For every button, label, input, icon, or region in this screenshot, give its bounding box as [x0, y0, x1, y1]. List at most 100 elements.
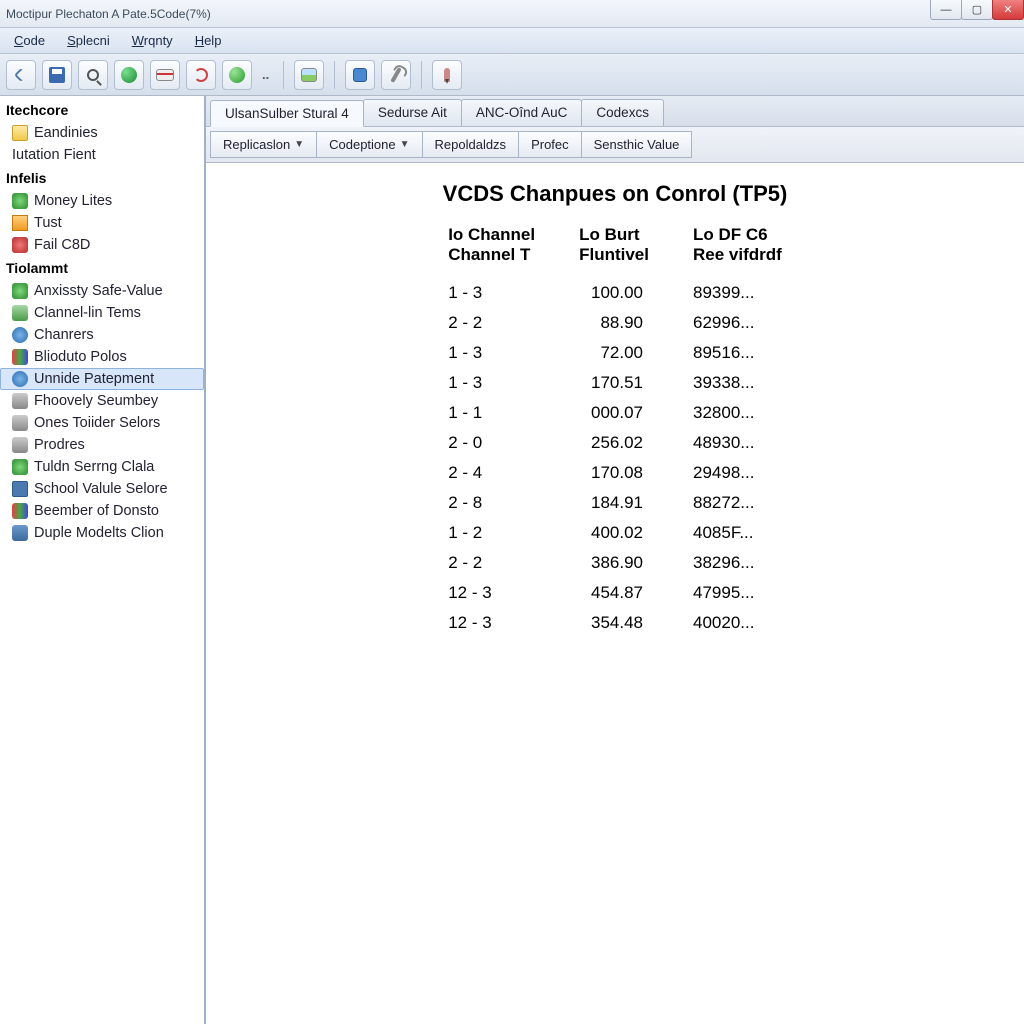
primary-tab[interactable]: ANC-Oînd AuC	[461, 99, 583, 126]
secondary-tab[interactable]: Profec	[518, 131, 582, 158]
secondary-toolbar: Replicaslon▼Codeptione▼Repoldaldzs Profec…	[206, 127, 1024, 163]
tab-label: Profec	[531, 137, 569, 152]
tree-item-label: Anxissty Safe-Value	[34, 283, 163, 299]
tree-item[interactable]: Prodres	[0, 434, 204, 456]
separator	[334, 61, 335, 89]
blue-button[interactable]	[345, 60, 375, 90]
tree-item[interactable]: Clannel-lin Tems	[0, 302, 204, 324]
wrench-icon	[391, 67, 402, 83]
cell-c2: 184.91	[557, 488, 671, 518]
tree-group-header[interactable]: Itechcore	[0, 98, 204, 122]
tree-group-header[interactable]: Infelis	[0, 166, 204, 190]
tab-label: Codeptione	[329, 137, 396, 152]
cell-c2: 454.87	[557, 578, 671, 608]
table-row[interactable]: 2 - 0256.0248930...	[426, 428, 804, 458]
tico-green-icon	[12, 283, 28, 299]
tico-gray-icon	[12, 393, 28, 409]
primary-tab[interactable]: UlsanSulber Stural 4	[210, 100, 364, 127]
card-icon	[156, 69, 174, 81]
table-row[interactable]: 12 - 3454.8747995...	[426, 578, 804, 608]
menu-code[interactable]: Code	[4, 30, 55, 51]
back-button[interactable]	[6, 60, 36, 90]
refresh-button[interactable]	[186, 60, 216, 90]
tico-red-icon	[12, 237, 28, 253]
wrench-button[interactable]	[381, 60, 411, 90]
table-row[interactable]: 1 - 3100.0089399...	[426, 278, 804, 308]
table-row[interactable]: 2 - 2386.9038296...	[426, 548, 804, 578]
refresh-icon	[194, 68, 208, 82]
tree-item[interactable]: Ones Toiider Selors	[0, 412, 204, 434]
tree-item[interactable]: Tuldn Serrng Clala	[0, 456, 204, 478]
maximize-button[interactable]: ▢	[961, 0, 993, 20]
column-header[interactable]: Lo BurtFluntivel	[557, 221, 671, 278]
tree-item[interactable]: Beember of Donsto	[0, 500, 204, 522]
secondary-tab[interactable]: Repoldaldzs	[422, 131, 520, 158]
cell-c2: 000.07	[557, 398, 671, 428]
table-row[interactable]: 1 - 372.0089516...	[426, 338, 804, 368]
cell-c3: 40020...	[671, 608, 804, 638]
column-header[interactable]: Io ChannelChannel T	[426, 221, 557, 278]
cell-c1: 1 - 3	[426, 278, 557, 308]
table-row[interactable]: 1 - 3170.5139338...	[426, 368, 804, 398]
tree-item[interactable]: Anxissty Safe-Value	[0, 280, 204, 302]
secondary-tab[interactable]: Sensthic Value	[581, 131, 693, 158]
tree-item[interactable]: Iutation Fient	[0, 144, 204, 166]
tree-item-label: Unnide Patepment	[34, 371, 154, 387]
tico-blue-icon	[12, 327, 28, 343]
tree-item[interactable]: School Valule Selore	[0, 478, 204, 500]
picture-icon	[301, 68, 317, 82]
card-button[interactable]	[150, 60, 180, 90]
tico-net-icon	[12, 525, 28, 541]
minimize-button[interactable]: —	[930, 0, 962, 20]
tico-blue-icon	[12, 371, 28, 387]
cell-c1: 1 - 3	[426, 338, 557, 368]
cell-c3: 89399...	[671, 278, 804, 308]
cell-c3: 88272...	[671, 488, 804, 518]
tree-item-label: Iutation Fient	[12, 147, 96, 163]
overflow-icon[interactable]: ..	[258, 67, 273, 82]
separator	[421, 61, 422, 89]
cell-c2: 256.02	[557, 428, 671, 458]
web-button[interactable]	[114, 60, 144, 90]
table-row[interactable]: 2 - 4170.0829498...	[426, 458, 804, 488]
close-button[interactable]: ✕	[992, 0, 1024, 20]
cell-c3: 32800...	[671, 398, 804, 428]
table-row[interactable]: 1 - 1000.0732800...	[426, 398, 804, 428]
tree-item[interactable]: Tust	[0, 212, 204, 234]
menu-splecni[interactable]: Splecni	[57, 30, 120, 51]
secondary-tab[interactable]: Codeptione▼	[316, 131, 422, 158]
table-row[interactable]: 12 - 3354.4840020...	[426, 608, 804, 638]
primary-tab[interactable]: Codexcs	[581, 99, 664, 126]
save-button[interactable]	[42, 60, 72, 90]
secondary-tab[interactable]: Replicaslon▼	[210, 131, 317, 158]
tree-item[interactable]: Fail C8D	[0, 234, 204, 256]
cell-c2: 400.02	[557, 518, 671, 548]
cell-c2: 72.00	[557, 338, 671, 368]
zoom-button[interactable]	[78, 60, 108, 90]
cell-c1: 2 - 4	[426, 458, 557, 488]
tree-item[interactable]: Fhoovely Seumbey	[0, 390, 204, 412]
menu-help[interactable]: Help	[185, 30, 232, 51]
table-row[interactable]: 2 - 288.9062996...	[426, 308, 804, 338]
tree-item[interactable]: Eandinies	[0, 122, 204, 144]
picture-button[interactable]	[294, 60, 324, 90]
tico-monitor-icon	[12, 481, 28, 497]
tree-item-label: Money Lites	[34, 193, 112, 209]
pin-button[interactable]	[432, 60, 462, 90]
tree-item[interactable]: Blioduto Polos	[0, 346, 204, 368]
tab-label: Replicaslon	[223, 137, 290, 152]
cell-c3: 62996...	[671, 308, 804, 338]
tree-item[interactable]: Chanrers	[0, 324, 204, 346]
green-button[interactable]	[222, 60, 252, 90]
tree-item[interactable]: Unnide Patepment	[0, 368, 204, 390]
cell-c2: 170.08	[557, 458, 671, 488]
tree-item[interactable]: Money Lites	[0, 190, 204, 212]
table-row[interactable]: 2 - 8184.9188272...	[426, 488, 804, 518]
tree-group-header[interactable]: Tiolammt	[0, 256, 204, 280]
table-row[interactable]: 1 - 2400.024085F...	[426, 518, 804, 548]
primary-tab[interactable]: Sedurse Ait	[363, 99, 462, 126]
tree-item[interactable]: Duple Modelts Clion	[0, 522, 204, 544]
cell-c3: 4085F...	[671, 518, 804, 548]
menu-wrqnty[interactable]: Wrqnty	[122, 30, 183, 51]
column-header[interactable]: Lo DF C6Ree vifdrdf	[671, 221, 804, 278]
